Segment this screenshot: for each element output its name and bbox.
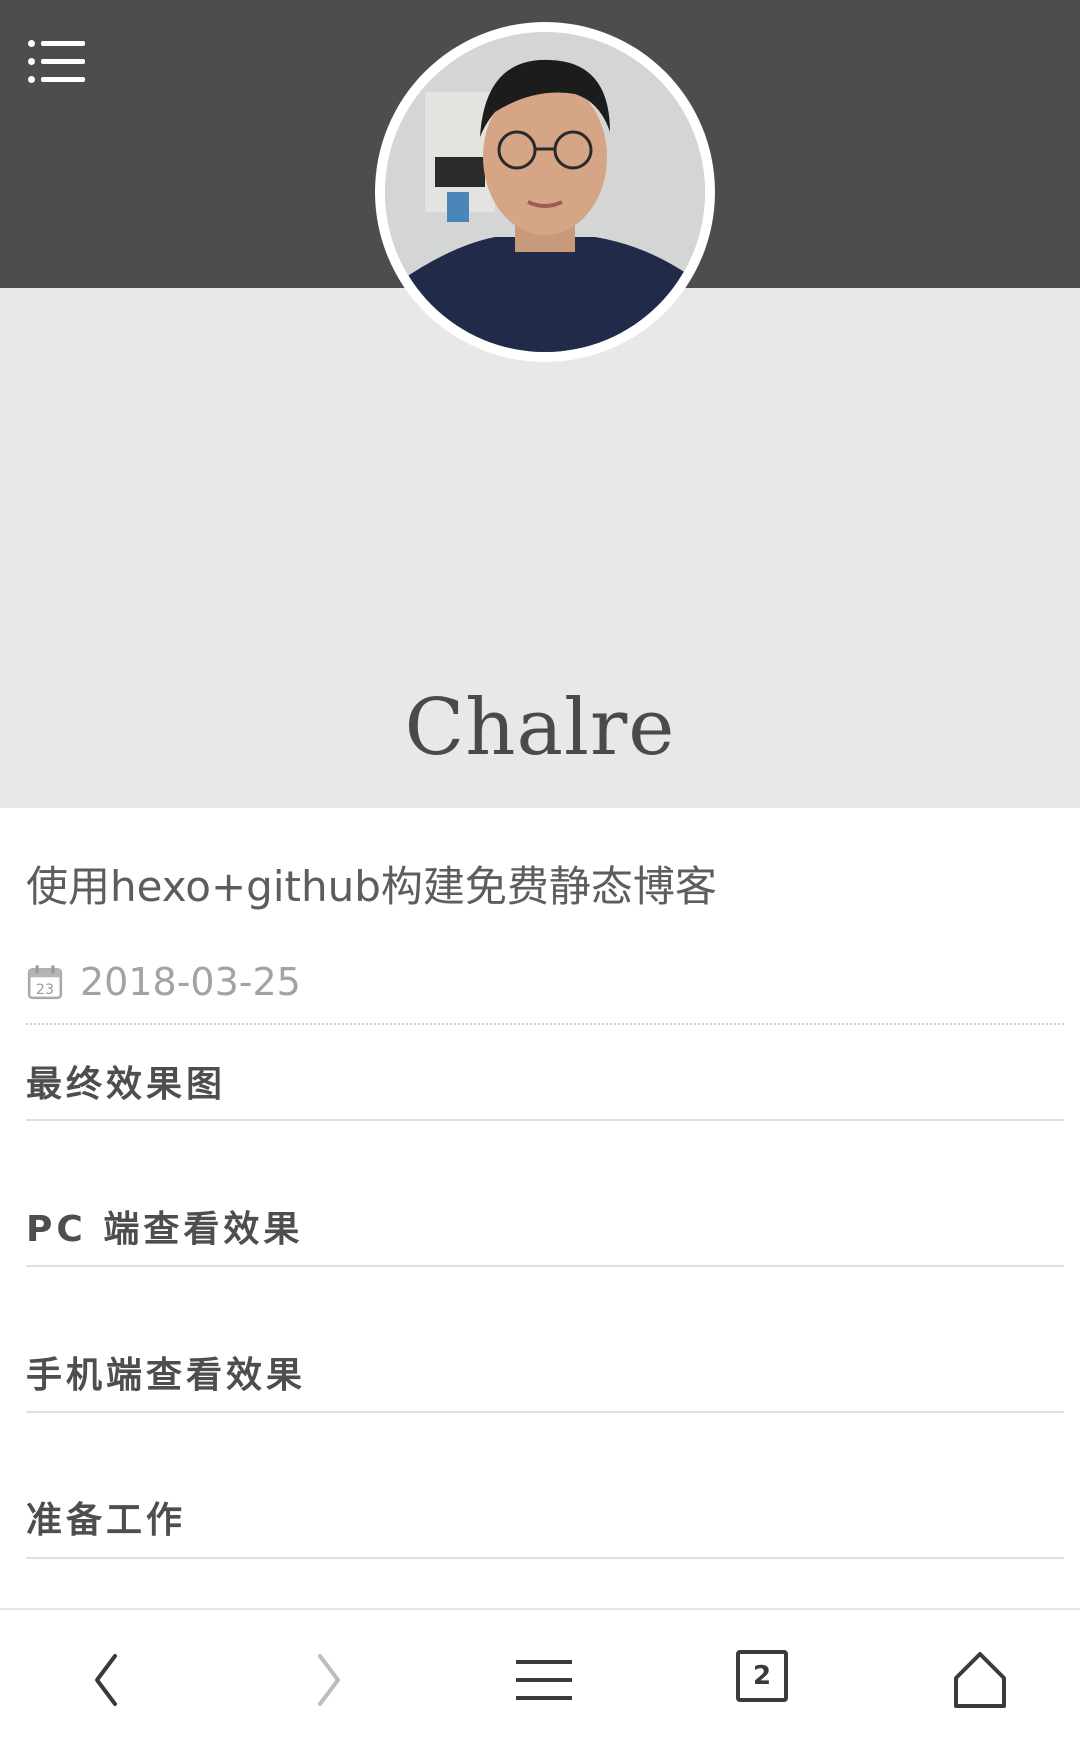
home-icon[interactable] <box>948 1648 1012 1712</box>
post-title[interactable]: 使用hexo+github构建免费静态博客 <box>26 853 717 914</box>
heading-pc-view[interactable]: PC 端查看效果 <box>26 1200 303 1252</box>
post-date: 23 2018-03-25 <box>26 960 301 1004</box>
heading-preparation[interactable]: 准备工作 <box>26 1491 186 1543</box>
profile-name: Chalre <box>404 683 676 773</box>
divider <box>26 1557 1064 1559</box>
heading-final-result[interactable]: 最终效果图 <box>26 1055 226 1107</box>
post-content: 使用hexo+github构建免费静态博客 23 2018-03-25 最终效果… <box>0 808 1080 1608</box>
divider <box>26 1119 1064 1121</box>
divider <box>26 1411 1064 1413</box>
divider <box>26 1265 1064 1267</box>
divider <box>26 1023 1064 1025</box>
back-icon[interactable] <box>75 1648 139 1712</box>
profile-section: Chalre 知 主页 随笔 相册 <box>0 288 1080 1043</box>
tabs-count-button[interactable]: 2 <box>736 1650 788 1702</box>
menu-icon[interactable] <box>28 40 88 84</box>
avatar[interactable] <box>375 22 715 362</box>
browser-toolbar: 2 <box>0 1608 1080 1737</box>
forward-icon[interactable] <box>296 1648 360 1712</box>
heading-mobile-view[interactable]: 手机端查看效果 <box>26 1346 306 1398</box>
calendar-icon: 23 <box>27 965 63 1000</box>
svg-text:23: 23 <box>36 982 54 998</box>
menu-lines-icon[interactable] <box>512 1648 576 1712</box>
post-date-text: 2018-03-25 <box>80 960 301 1004</box>
avatar-photo <box>385 32 705 352</box>
